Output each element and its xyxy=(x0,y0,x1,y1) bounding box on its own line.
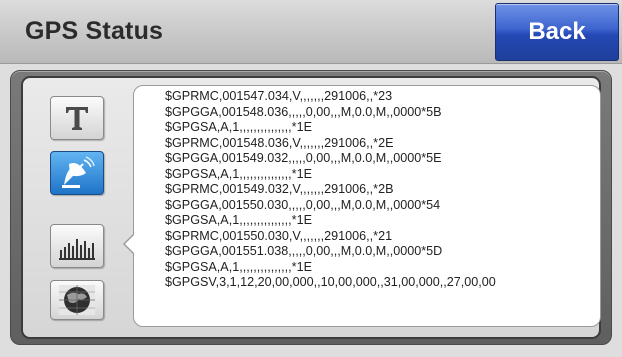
nmea-line: $GPGSV,3,1,12,20,00,000,,10,00,000,,31,0… xyxy=(165,275,496,289)
satellite-dish-icon xyxy=(62,156,95,188)
bubble-pointer-fill xyxy=(125,234,135,254)
nmea-line: $GPRMC,001547.034,V,,,,,,,291006,,*23 xyxy=(165,89,393,103)
back-button[interactable]: Back xyxy=(495,3,619,61)
map-view-button[interactable] xyxy=(50,280,104,320)
nmea-line: $GPGGA,001548.036,,,,,0,00,,,M,0.0,M,,00… xyxy=(165,104,442,119)
satellite-view-button[interactable] xyxy=(50,151,104,195)
signal-view-button[interactable] xyxy=(50,224,104,268)
text-view-button[interactable] xyxy=(50,96,104,140)
nmea-line: $GPGSA,A,1,,,,,,,,,,,,,,,*1E xyxy=(165,259,312,274)
nmea-line: $GPGGA,001551.038,,,,,0,00,,,M,0.0,M,,00… xyxy=(165,244,443,258)
nmea-line: $GPRMC,001549.032,V,,,,,,,291006,,*2B xyxy=(165,182,394,196)
page-title: GPS Status xyxy=(25,17,164,45)
nmea-line: $GPGSA,A,1,,,,,,,,,,,,,,,*1E xyxy=(165,213,312,227)
nmea-line: $GPGSA,A,1,,,,,,,,,,,,,,,*1E xyxy=(165,166,312,181)
signal-bars-icon xyxy=(59,239,95,260)
nmea-line: $GPRMC,001548.036,V,,,,,,,291006,,*2E xyxy=(165,135,394,150)
globe-map-icon xyxy=(59,285,95,315)
nmea-log: $GPRMC,001547.034,V,,,,,,,291006,,*23 $G… xyxy=(165,89,595,291)
gps-status-screen: GPS Status Back $GPRMC,001547.034,V,,,,,… xyxy=(0,0,622,357)
nmea-line: $GPGSA,A,1,,,,,,,,,,,,,,,*1E xyxy=(165,120,312,134)
nmea-line: $GPGGA,001549.032,,,,,0,00,,,M,0.0,M,,00… xyxy=(165,151,442,165)
header-bar: GPS Status Back xyxy=(0,0,622,64)
text-t-icon xyxy=(66,107,88,130)
nmea-line: $GPRMC,001550.030,V,,,,,,,291006,,*21 xyxy=(165,228,393,243)
nmea-line: $GPGGA,001550.030,,,,,0,00,,,M,0.0,M,,00… xyxy=(165,197,441,212)
